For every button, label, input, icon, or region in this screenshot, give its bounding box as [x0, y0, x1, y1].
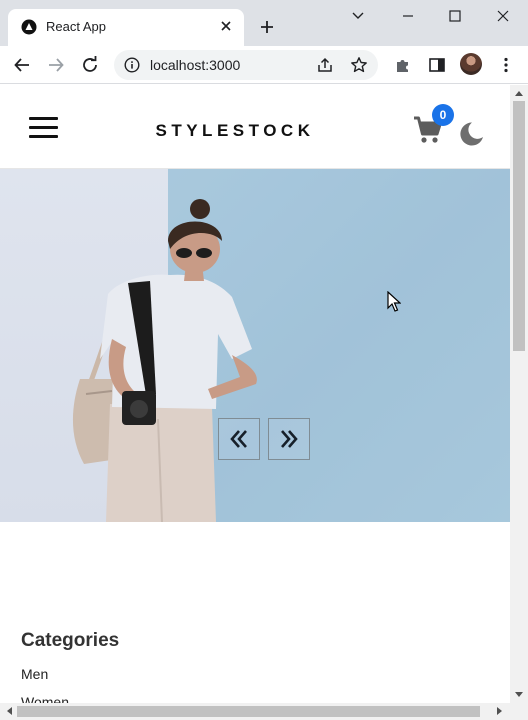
more-vertical-icon[interactable] — [494, 53, 518, 77]
page-viewport: STYLESTOCK 0 Categories Men Women — [0, 85, 510, 703]
maximize-icon[interactable] — [441, 4, 469, 28]
chevron-down-icon[interactable] — [344, 4, 372, 28]
minimize-icon[interactable] — [394, 4, 422, 28]
horizontal-scroll-thumb[interactable] — [17, 706, 480, 717]
brand-logo[interactable]: STYLESTOCK — [0, 121, 470, 141]
browser-tab[interactable]: React App — [8, 9, 244, 46]
puzzle-icon[interactable] — [391, 53, 415, 77]
tab-title: React App — [46, 19, 106, 34]
categories-heading: Categories — [21, 630, 120, 651]
plus-icon[interactable] — [256, 16, 278, 38]
hero-slider — [0, 169, 510, 522]
react-favicon-icon — [21, 19, 37, 35]
slider-prev-button[interactable] — [218, 418, 260, 460]
category-link-women[interactable]: Women — [21, 694, 69, 703]
mouse-cursor-icon — [387, 291, 401, 312]
category-link-men[interactable]: Men — [21, 666, 48, 682]
vertical-scrollbar[interactable] — [510, 85, 528, 703]
app-header: STYLESTOCK 0 — [0, 85, 510, 169]
url-text: localhost:3000 — [150, 57, 241, 73]
moon-icon[interactable] — [457, 120, 485, 148]
vertical-scroll-thumb[interactable] — [513, 101, 525, 351]
arrow-left-icon[interactable] — [10, 53, 34, 77]
double-chevron-left-icon — [230, 430, 247, 448]
close-window-icon[interactable] — [489, 4, 517, 28]
share-icon[interactable] — [316, 56, 334, 74]
scroll-right-icon[interactable] — [494, 705, 506, 717]
address-bar[interactable]: localhost:3000 — [114, 50, 378, 80]
cart-count-badge: 0 — [432, 104, 454, 126]
profile-avatar[interactable] — [460, 53, 482, 75]
scroll-left-icon[interactable] — [3, 705, 15, 717]
info-icon[interactable] — [124, 57, 140, 73]
slider-next-button[interactable] — [268, 418, 310, 460]
scroll-up-icon[interactable] — [513, 87, 525, 99]
hero-image — [72, 169, 510, 522]
scroll-down-icon[interactable] — [513, 689, 525, 701]
side-panel-icon[interactable] — [425, 53, 449, 77]
browser-toolbar: localhost:3000 — [0, 46, 528, 84]
close-tab-icon[interactable] — [216, 16, 236, 36]
double-chevron-right-icon — [281, 430, 298, 448]
star-icon[interactable] — [350, 56, 368, 74]
arrow-right-icon[interactable] — [44, 53, 68, 77]
reload-icon[interactable] — [78, 53, 102, 77]
browser-tab-strip: React App — [0, 0, 528, 46]
horizontal-scrollbar[interactable] — [0, 703, 528, 720]
